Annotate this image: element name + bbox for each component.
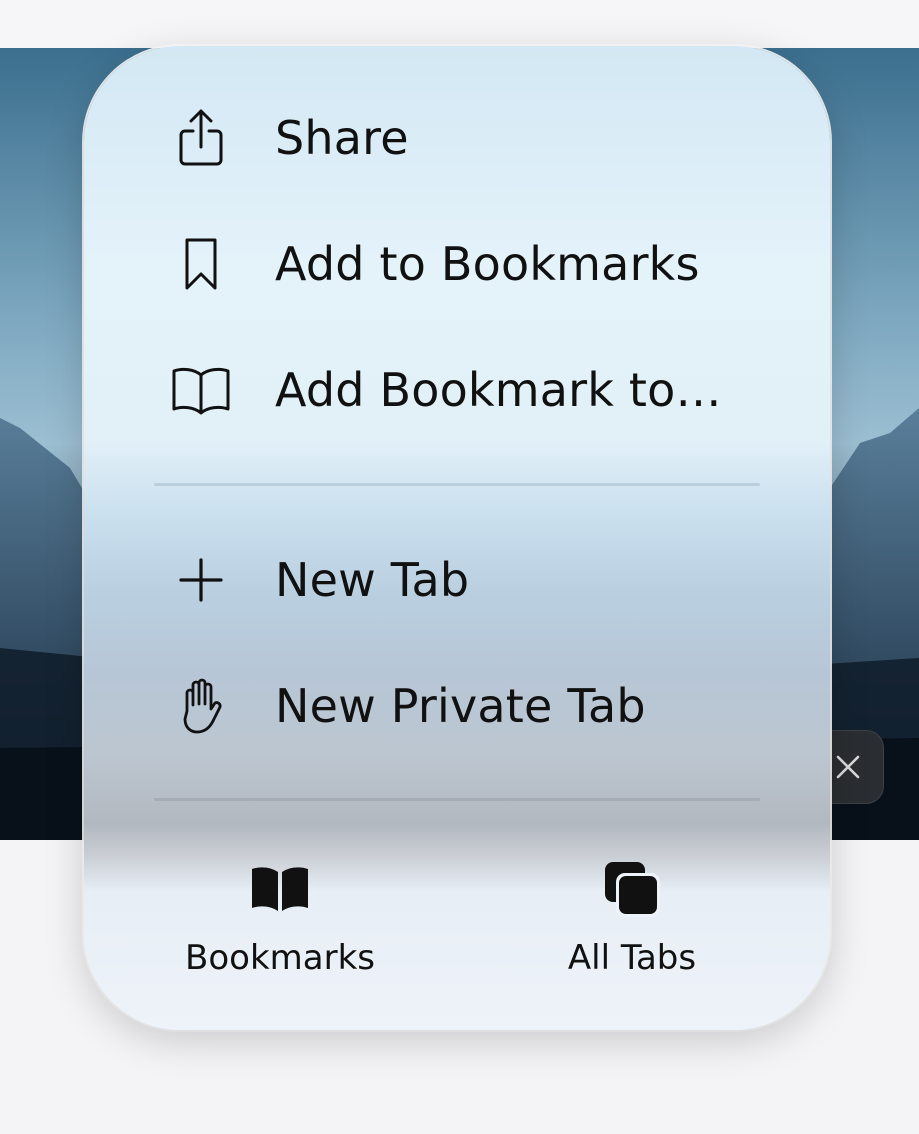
menu-item-new-tab[interactable]: New Tab [84,525,830,635]
bookmarks-button[interactable]: Bookmarks [130,856,430,996]
bookmarks-book-icon [245,856,315,922]
all-tabs-button[interactable]: All Tabs [482,856,782,996]
hand-icon [170,675,232,737]
menu-item-add-bookmark-to[interactable]: Add Bookmark to… [84,335,830,445]
menu-item-label: Add Bookmark to… [275,363,722,417]
menu-item-add-to-bookmarks[interactable]: Add to Bookmarks [84,209,830,319]
menu-item-label: Add to Bookmarks [275,237,700,291]
top-bar [0,0,919,48]
menu-item-label: Share [275,111,409,165]
share-icon [170,107,232,169]
context-menu: Share Add to Bookmarks Add Bookmark to… … [84,46,830,1030]
open-book-icon [170,359,232,421]
menu-item-share[interactable]: Share [84,83,830,193]
bookmark-icon [170,233,232,295]
close-icon [836,755,860,779]
plus-icon [170,549,232,611]
menu-divider [154,798,760,801]
menu-item-new-private-tab[interactable]: New Private Tab [84,651,830,761]
menu-item-label: New Private Tab [275,679,646,733]
menu-item-label: New Tab [275,553,470,607]
bookmarks-label: Bookmarks [185,938,375,978]
all-tabs-icon [597,856,667,922]
menu-divider [154,483,760,486]
all-tabs-label: All Tabs [567,938,697,978]
